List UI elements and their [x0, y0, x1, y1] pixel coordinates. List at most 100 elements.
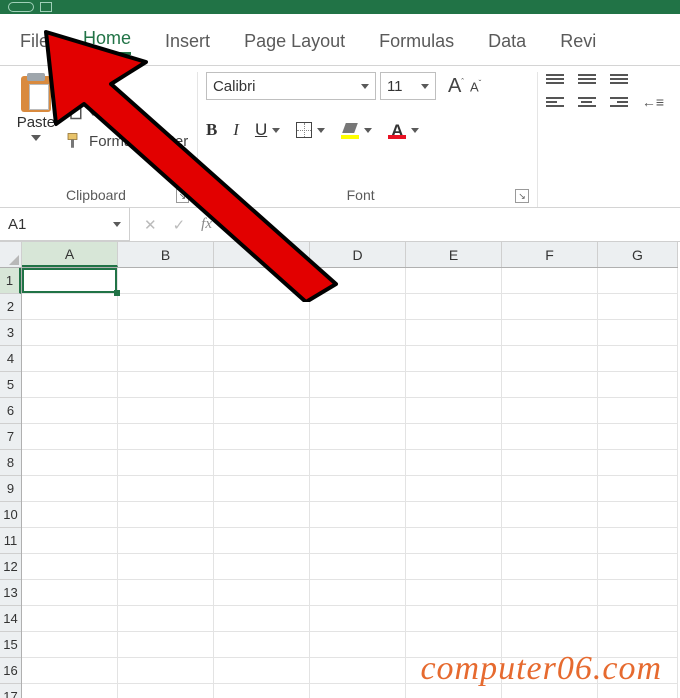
paste-button[interactable]: Paste [17, 72, 55, 141]
tab-insert[interactable]: Insert [163, 27, 212, 56]
tab-review[interactable]: Revi [558, 27, 598, 56]
cell[interactable] [22, 528, 118, 554]
cell[interactable] [502, 268, 598, 294]
enter-formula-button[interactable]: ✓ [173, 216, 186, 234]
cell[interactable] [118, 632, 214, 658]
row-header[interactable]: 17 [0, 684, 21, 698]
row-header[interactable]: 13 [0, 580, 21, 606]
row-header[interactable]: 1 [0, 268, 21, 294]
decrease-indent-button[interactable]: ←≡ [642, 94, 664, 110]
cell[interactable] [598, 320, 678, 346]
cell[interactable] [598, 554, 678, 580]
cell[interactable] [406, 372, 502, 398]
tab-file[interactable]: File [18, 27, 51, 56]
cell[interactable] [22, 268, 118, 294]
cell[interactable] [598, 528, 678, 554]
cell[interactable] [502, 580, 598, 606]
cell[interactable] [598, 268, 678, 294]
cell[interactable] [118, 398, 214, 424]
cell[interactable] [118, 528, 214, 554]
column-header[interactable]: A [22, 242, 118, 267]
bold-button[interactable]: B [206, 120, 217, 140]
cell[interactable] [118, 372, 214, 398]
cell[interactable] [310, 320, 406, 346]
tab-data[interactable]: Data [486, 27, 528, 56]
cancel-formula-button[interactable]: ✕ [144, 216, 157, 234]
cell[interactable] [310, 684, 406, 698]
format-painter-button[interactable]: Format Painter [65, 132, 188, 150]
name-box[interactable]: A1 [0, 208, 130, 241]
cell[interactable] [406, 398, 502, 424]
row-header[interactable]: 6 [0, 398, 21, 424]
cell[interactable] [214, 398, 310, 424]
cell[interactable] [214, 684, 310, 698]
column-header[interactable]: D [310, 242, 406, 267]
cell[interactable] [502, 372, 598, 398]
cells-area[interactable] [22, 268, 678, 698]
cell[interactable] [502, 320, 598, 346]
cell[interactable] [598, 580, 678, 606]
cell[interactable] [214, 476, 310, 502]
row-header[interactable]: 8 [0, 450, 21, 476]
cell[interactable] [214, 658, 310, 684]
cell[interactable] [406, 528, 502, 554]
borders-button[interactable] [296, 122, 325, 138]
cell[interactable] [406, 554, 502, 580]
cell[interactable] [502, 606, 598, 632]
cell[interactable] [310, 658, 406, 684]
cell[interactable] [22, 684, 118, 698]
cell[interactable] [22, 658, 118, 684]
row-header[interactable]: 2 [0, 294, 21, 320]
cell[interactable] [502, 528, 598, 554]
align-bottom-button[interactable] [610, 74, 628, 84]
cell[interactable] [118, 268, 214, 294]
fx-icon[interactable]: fx [201, 216, 212, 233]
cell[interactable] [502, 424, 598, 450]
cell[interactable] [598, 502, 678, 528]
cell[interactable] [502, 450, 598, 476]
paste-dropdown-icon[interactable] [31, 135, 41, 141]
font-color-button[interactable]: A [388, 121, 419, 139]
copy-button[interactable] [65, 102, 188, 124]
cell[interactable] [118, 424, 214, 450]
cell[interactable] [22, 372, 118, 398]
cell[interactable] [502, 294, 598, 320]
cell[interactable] [214, 606, 310, 632]
cell[interactable] [310, 424, 406, 450]
cell[interactable] [502, 398, 598, 424]
cell[interactable] [598, 476, 678, 502]
cell[interactable] [310, 632, 406, 658]
cell[interactable] [406, 502, 502, 528]
row-header[interactable]: 12 [0, 554, 21, 580]
row-header[interactable]: 15 [0, 632, 21, 658]
row-header[interactable]: 7 [0, 424, 21, 450]
cell[interactable] [22, 398, 118, 424]
cell[interactable] [118, 294, 214, 320]
row-header[interactable]: 11 [0, 528, 21, 554]
cell[interactable] [22, 476, 118, 502]
cell[interactable] [310, 476, 406, 502]
align-right-button[interactable] [610, 94, 628, 110]
column-header[interactable]: F [502, 242, 598, 267]
cell[interactable] [598, 424, 678, 450]
cell[interactable] [406, 346, 502, 372]
cell[interactable] [406, 606, 502, 632]
cell[interactable] [406, 450, 502, 476]
cell[interactable] [118, 658, 214, 684]
cell[interactable] [598, 398, 678, 424]
row-header[interactable]: 4 [0, 346, 21, 372]
cell[interactable] [22, 424, 118, 450]
cell[interactable] [22, 450, 118, 476]
spreadsheet-grid[interactable]: ABCDEFG 123456789101112131415161718 [0, 242, 680, 698]
cell[interactable] [598, 372, 678, 398]
cell[interactable] [406, 268, 502, 294]
cell[interactable] [22, 606, 118, 632]
cell[interactable] [214, 502, 310, 528]
font-dialog-launcher[interactable]: ↘ [515, 189, 529, 203]
cell[interactable] [214, 554, 310, 580]
cell[interactable] [214, 632, 310, 658]
formula-input[interactable] [212, 208, 680, 241]
tab-formulas[interactable]: Formulas [377, 27, 456, 56]
cell[interactable] [214, 320, 310, 346]
cell[interactable] [22, 294, 118, 320]
